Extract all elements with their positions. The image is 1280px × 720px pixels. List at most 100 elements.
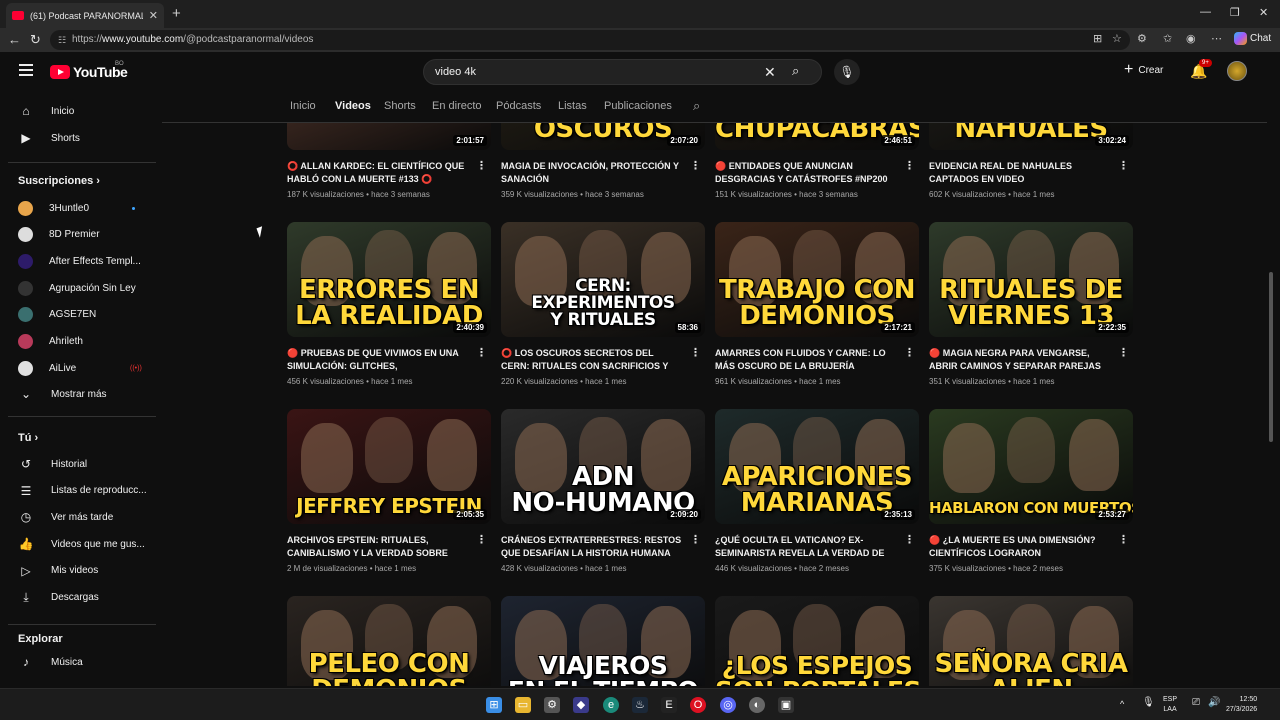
tray-mic-icon[interactable]: 🎙 xyxy=(1142,698,1155,708)
more-actions-icon[interactable]: ⋮ xyxy=(904,159,915,172)
scrollbar-thumb[interactable] xyxy=(1269,272,1273,442)
copilot-chat-button[interactable]: Chat xyxy=(1234,32,1271,45)
network-icon[interactable]: ⎚ xyxy=(1192,698,1200,708)
video-thumbnail[interactable]: ERRORES EN LA REALIDAD 2:40:39 xyxy=(287,222,491,337)
more-actions-icon[interactable]: ⋮ xyxy=(690,346,701,359)
search-box[interactable]: video 4k ✕ ⌕ xyxy=(423,59,822,85)
more-actions-icon[interactable]: ⋮ xyxy=(1118,346,1129,359)
video-card[interactable]: ¿LOS ESPEJOS SON PORTALES xyxy=(715,596,919,686)
video-title[interactable]: 🔴 MAGIA NEGRA PARA VENGARSE, ABRIR CAMIN… xyxy=(929,347,1119,373)
url-field[interactable]: ☷ https://www.youtube.com/@podcastparano… xyxy=(50,30,1130,50)
tab-shorts[interactable]: Shorts xyxy=(384,100,416,112)
more-actions-icon[interactable]: ⋮ xyxy=(690,159,701,172)
minimize-icon[interactable]: — xyxy=(1200,6,1211,18)
video-card[interactable]: RITUALES DE VIERNES 13 2:22:35 🔴 MAGIA NEG… xyxy=(929,222,1133,386)
tray-chevron-icon[interactable]: ^ xyxy=(1120,699,1124,709)
video-thumbnail[interactable]: ADN NO-HUMANO 2:09:20 xyxy=(501,409,705,524)
tab-en-directo[interactable]: En directo xyxy=(432,100,482,112)
more-actions-icon[interactable]: ⋮ xyxy=(1118,159,1129,172)
video-thumbnail[interactable]: CHUPACABRAS 2:46:51 xyxy=(715,123,919,150)
page-scrollbar[interactable] xyxy=(1268,92,1274,686)
you-heading[interactable]: Tú › xyxy=(18,432,38,444)
video-card[interactable]: HABLARON CON MUERTOS 2:53:27 🔴 ¿LA MUERTE … xyxy=(929,409,1133,573)
video-thumbnail[interactable]: HABLARON CON MUERTOS 2:53:27 xyxy=(929,409,1133,524)
more-actions-icon[interactable]: ⋮ xyxy=(476,159,487,172)
video-card[interactable]: TRABAJO CON DEMONIOS 2:17:21 AMARRES CON F… xyxy=(715,222,919,386)
video-title[interactable]: ¿QUÉ OCULTA EL VATICANO? EX-SEMINARISTA … xyxy=(715,534,905,560)
favorites-icon[interactable]: ✩ xyxy=(1163,32,1172,45)
video-card[interactable]: ADN NO-HUMANO 2:09:20 CRÁNEOS EXTRATERREST… xyxy=(501,409,705,573)
more-options-icon[interactable]: ⋯ xyxy=(1211,32,1222,45)
video-thumbnail[interactable]: RITUALES DE VIERNES 13 2:22:35 xyxy=(929,222,1133,337)
video-title[interactable]: EVIDENCIA REAL DE NAHUALES CAPTADOS EN V… xyxy=(929,160,1119,186)
tab-pódcasts[interactable]: Pódcasts xyxy=(496,100,541,112)
file-explorer-icon[interactable]: ▭ xyxy=(515,697,531,713)
new-tab-icon[interactable]: + xyxy=(172,5,181,22)
video-title[interactable]: ARCHIVOS EPSTEIN: RITUALES, CANIBALISMO … xyxy=(287,534,477,560)
video-thumbnail[interactable]: PELEO CON DEMONIOS xyxy=(287,596,491,686)
language-indicator[interactable]: ESP LAA xyxy=(1163,695,1177,715)
video-card[interactable]: PELEO CON DEMONIOS xyxy=(287,596,491,686)
video-title[interactable]: MAGIA DE INVOCACIÓN, PROTECCIÓN Y SANACI… xyxy=(501,160,691,186)
opera-icon[interactable]: O xyxy=(690,697,706,713)
video-title[interactable]: 🔴 ¿LA MUERTE ES UNA DIMENSIÓN? CIENTÍFIC… xyxy=(929,534,1119,560)
notifications-bell-icon[interactable]: 🔔 9+ xyxy=(1190,59,1212,80)
sidebar-item[interactable]: ⤓ Descargas xyxy=(18,586,148,610)
video-thumbnail[interactable]: APARICIONES MARIANAS 2:35:13 xyxy=(715,409,919,524)
close-tab-icon[interactable]: ✕ xyxy=(149,9,158,22)
video-card[interactable]: ERRORES EN LA REALIDAD 2:40:39 🔴 PRUEBAS D… xyxy=(287,222,491,386)
sidebar-item[interactable]: ♪ Música xyxy=(18,650,148,674)
sidebar-item[interactable]: ☰ Listas de reproducc... xyxy=(18,479,148,503)
tab-publicaciones[interactable]: Publicaciones xyxy=(604,100,672,112)
close-window-icon[interactable]: ✕ xyxy=(1259,6,1268,19)
clear-search-icon[interactable]: ✕ xyxy=(764,64,776,81)
video-thumbnail[interactable]: VIAJEROS EN EL TIEMPO xyxy=(501,596,705,686)
reload-icon[interactable]: ↻ xyxy=(30,32,41,48)
more-actions-icon[interactable]: ⋮ xyxy=(690,533,701,546)
terminal-icon[interactable]: ▣ xyxy=(778,697,794,713)
video-thumbnail[interactable]: NAHUALES 3:02:24 xyxy=(929,123,1133,150)
sidebar-item[interactable]: 3Huntle0 xyxy=(18,196,148,220)
sidebar-item[interactable]: After Effects Templ... xyxy=(18,249,148,273)
sidebar-item[interactable]: ▷ Mis videos xyxy=(18,559,148,583)
tab-inicio[interactable]: Inicio xyxy=(290,100,316,112)
video-thumbnail[interactable]: JEFFREY EPSTEIN 2:05:35 xyxy=(287,409,491,524)
sidebar-item[interactable]: ↺ Historial xyxy=(18,452,148,476)
sidebar-item[interactable]: ⌂ Inicio xyxy=(18,99,148,123)
video-card[interactable]: CERN: EXPERIMENTOS Y RITUALES 58:36 ⭕ LOS … xyxy=(501,222,705,386)
video-thumbnail[interactable]: TRABAJO CON DEMONIOS 2:17:21 xyxy=(715,222,919,337)
settings-icon[interactable]: ⚙ xyxy=(544,697,560,713)
epic-games-icon[interactable]: E xyxy=(661,697,677,713)
video-card[interactable]: APARICIONES MARIANAS 2:35:13 ¿QUÉ OCULTA E… xyxy=(715,409,919,573)
subscriptions-heading[interactable]: Suscripciones › xyxy=(18,175,100,187)
voice-search-icon[interactable]: 🎙 xyxy=(834,59,860,85)
create-button[interactable]: + Crear xyxy=(1124,62,1163,78)
more-actions-icon[interactable]: ⋮ xyxy=(476,533,487,546)
app-icon-2[interactable]: ◐ xyxy=(749,697,765,713)
more-actions-icon[interactable]: ⋮ xyxy=(904,533,915,546)
video-thumbnail[interactable]: CERN: EXPERIMENTOS Y RITUALES 58:36 xyxy=(501,222,705,337)
sidebar-item[interactable]: Ahrileth xyxy=(18,330,148,354)
video-card[interactable]: VIAJEROS EN EL TIEMPO xyxy=(501,596,705,686)
video-title[interactable]: 🔴 ENTIDADES QUE ANUNCIAN DESGRACIAS Y CA… xyxy=(715,160,905,186)
video-card[interactable]: JEFFREY EPSTEIN 2:05:35 ARCHIVOS EPSTEIN: … xyxy=(287,409,491,573)
tab-videos[interactable]: Videos xyxy=(335,100,371,112)
channel-search-icon[interactable]: ⌕ xyxy=(693,98,700,114)
site-info-icon[interactable]: ☷ xyxy=(58,30,66,50)
start-icon[interactable]: ⊞ xyxy=(486,697,502,713)
sidebar-item[interactable]: AiLive ((•)) xyxy=(18,356,148,380)
volume-icon[interactable]: 🔊 xyxy=(1208,698,1220,708)
search-icon[interactable]: ⌕ xyxy=(792,63,799,79)
sidebar-item[interactable]: ▶ Shorts xyxy=(18,126,148,150)
video-title[interactable]: ⭕ ALLAN KARDEC: EL CIENTÍFICO QUE HABLÓ … xyxy=(287,160,477,186)
clock[interactable]: 12:50 27/3/2026 xyxy=(1226,695,1257,715)
more-actions-icon[interactable]: ⋮ xyxy=(476,346,487,359)
video-card[interactable]: CHUPACABRAS 2:46:51 🔴 ENTIDADES QUE ANUNCI… xyxy=(715,123,919,199)
profile-icon[interactable]: ◉ xyxy=(1186,32,1196,45)
video-thumbnail[interactable]: ¿LOS ESPEJOS SON PORTALES xyxy=(715,596,919,686)
app-available-icon[interactable]: ⊞ xyxy=(1093,32,1102,45)
video-card[interactable]: NAHUALES 3:02:24 EVIDENCIA REAL DE NAHUALE… xyxy=(929,123,1133,199)
video-title[interactable]: CRÁNEOS EXTRATERRESTRES: RESTOS QUE DESA… xyxy=(501,534,691,560)
edge-browser-icon[interactable]: e xyxy=(603,697,619,713)
app-icon[interactable]: ◆ xyxy=(573,697,589,713)
